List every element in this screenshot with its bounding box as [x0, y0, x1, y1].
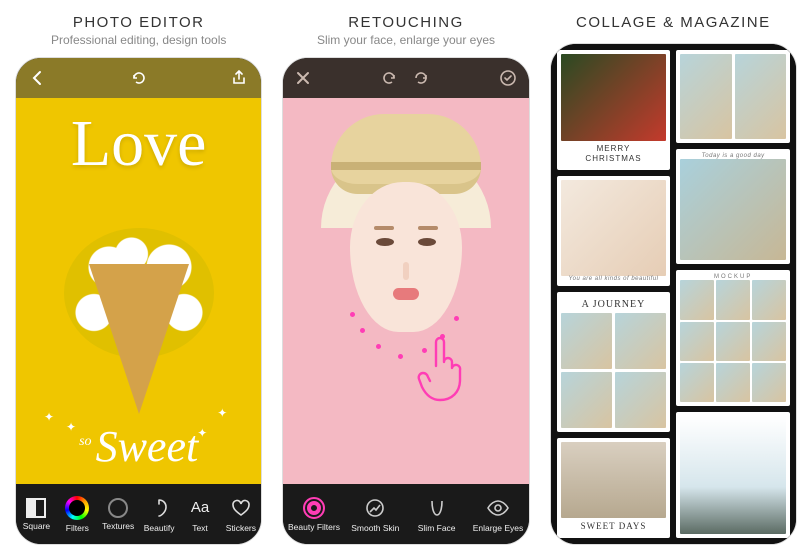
- thumb-grid: [680, 54, 786, 139]
- thumb: [561, 180, 667, 276]
- card-caption: SWEET DAYS: [581, 521, 647, 531]
- screenshot-retouch: RETOUCHING Slim your face, enlarge your …: [282, 10, 529, 545]
- tool-textures[interactable]: Textures: [98, 484, 139, 544]
- slot-title: PHOTO EDITOR: [15, 14, 262, 31]
- collage-grid[interactable]: MERRY CHRISTMAS You are all kinds of bea…: [551, 44, 796, 544]
- screenshot-collage: COLLAGE & MAGAZINE MERRY CHRISTMAS You a…: [550, 10, 797, 545]
- close-icon[interactable]: [295, 70, 311, 86]
- beauty-filters-icon: [303, 497, 325, 519]
- slot-header: PHOTO EDITOR Professional editing, desig…: [15, 10, 262, 57]
- collage-column-left: MERRY CHRISTMAS You are all kinds of bea…: [557, 50, 671, 538]
- cone-illustration: [89, 264, 189, 414]
- eye-icon: [486, 496, 510, 520]
- tool-slim-face[interactable]: Slim Face: [406, 484, 467, 544]
- tool-label: Textures: [102, 521, 134, 531]
- template-good-day[interactable]: Today is a good day: [676, 149, 790, 264]
- editor-toolbar: Square Filters Textures Beautify Aa Text: [16, 484, 261, 544]
- text-icon: Aa: [188, 496, 212, 520]
- redo-icon[interactable]: [412, 69, 430, 87]
- tool-label: Square: [23, 521, 50, 531]
- thumb-grid: [680, 280, 786, 402]
- face-illustration: [350, 182, 462, 332]
- slot-header: COLLAGE & MAGAZINE: [550, 10, 797, 43]
- tool-label: Beauty Filters: [288, 522, 340, 532]
- tool-label: Stickers: [226, 523, 256, 533]
- phone-frame: MERRY CHRISTMAS You are all kinds of bea…: [550, 43, 797, 545]
- tool-filters[interactable]: Filters: [57, 484, 98, 544]
- tool-label: Slim Face: [418, 523, 456, 533]
- thumb: [561, 442, 667, 518]
- undo-icon[interactable]: [129, 68, 149, 88]
- phone-frame: Beauty Filters Smooth Skin Slim Face Enl…: [282, 57, 529, 545]
- template-sweet-days[interactable]: SWEET DAYS: [557, 438, 671, 538]
- slot-subtitle: Slim your face, enlarge your eyes: [282, 33, 529, 47]
- thumb: [680, 159, 786, 260]
- artwork-text-so: so: [79, 434, 91, 449]
- heart-icon: [229, 496, 253, 520]
- card-caption: MERRY: [597, 144, 631, 153]
- tool-square[interactable]: Square: [16, 484, 57, 544]
- thumb: [561, 54, 667, 141]
- slot-title: COLLAGE & MAGAZINE: [550, 14, 797, 31]
- phone-frame: Love ✦ ✦ ✦ ✦ soSweet Square Filters Text…: [15, 57, 262, 545]
- tool-beautify[interactable]: Beautify: [139, 484, 180, 544]
- tool-stickers[interactable]: Stickers: [220, 484, 261, 544]
- tool-text[interactable]: Aa Text: [180, 484, 221, 544]
- tool-label: Beautify: [144, 523, 175, 533]
- artwork-text-sweet: soSweet: [16, 421, 261, 472]
- tool-smooth-skin[interactable]: Smooth Skin: [345, 484, 406, 544]
- slim-face-icon: [425, 496, 449, 520]
- star-icon: ✦: [217, 406, 227, 420]
- square-icon: [26, 498, 46, 518]
- tool-label: Enlarge Eyes: [473, 523, 524, 533]
- editor-topbar: [16, 58, 261, 98]
- retouch-canvas[interactable]: [283, 98, 528, 484]
- slot-title: RETOUCHING: [282, 14, 529, 31]
- artwork-text-love: Love: [16, 118, 261, 171]
- template-merry-christmas[interactable]: MERRY CHRISTMAS: [557, 50, 671, 170]
- portrait-illustration: [283, 98, 528, 484]
- tool-label: Filters: [66, 523, 89, 533]
- tool-enlarge-eyes[interactable]: Enlarge Eyes: [467, 484, 528, 544]
- collage-column-right: Today is a good day MOCKUP: [676, 50, 790, 538]
- card-caption: A JOURNEY: [582, 299, 646, 310]
- thumb: [680, 416, 786, 534]
- tool-label: Smooth Skin: [351, 523, 399, 533]
- slot-subtitle: Professional editing, design tools: [15, 33, 262, 47]
- undo-icon[interactable]: [380, 69, 398, 87]
- hand-pointer-icon: [416, 334, 468, 404]
- screenshot-editor: PHOTO EDITOR Professional editing, desig…: [15, 10, 262, 545]
- share-icon[interactable]: [229, 68, 249, 88]
- retouch-topbar: [283, 58, 528, 98]
- filters-icon: [65, 496, 89, 520]
- editor-canvas[interactable]: Love ✦ ✦ ✦ ✦ soSweet: [16, 98, 261, 484]
- template-dual[interactable]: [676, 50, 790, 143]
- smooth-skin-icon: [363, 496, 387, 520]
- template-mockup[interactable]: MOCKUP: [676, 270, 790, 406]
- template-journey[interactable]: A JOURNEY: [557, 292, 671, 432]
- thumb-grid: [561, 313, 667, 428]
- back-icon[interactable]: [28, 68, 48, 88]
- tool-label: Text: [192, 523, 208, 533]
- beautify-icon: [147, 496, 171, 520]
- textures-icon: [108, 498, 128, 518]
- retouch-toolbar: Beauty Filters Smooth Skin Slim Face Enl…: [283, 484, 528, 544]
- tool-beauty-filters[interactable]: Beauty Filters: [283, 484, 344, 544]
- confirm-icon[interactable]: [499, 69, 517, 87]
- slot-header: RETOUCHING Slim your face, enlarge your …: [282, 10, 529, 57]
- card-caption-2: CHRISTMAS: [585, 154, 641, 163]
- template-beautiful[interactable]: You are all kinds of beautiful: [557, 176, 671, 286]
- card-caption: You are all kinds of beautiful: [568, 276, 658, 282]
- template-winter[interactable]: [676, 412, 790, 538]
